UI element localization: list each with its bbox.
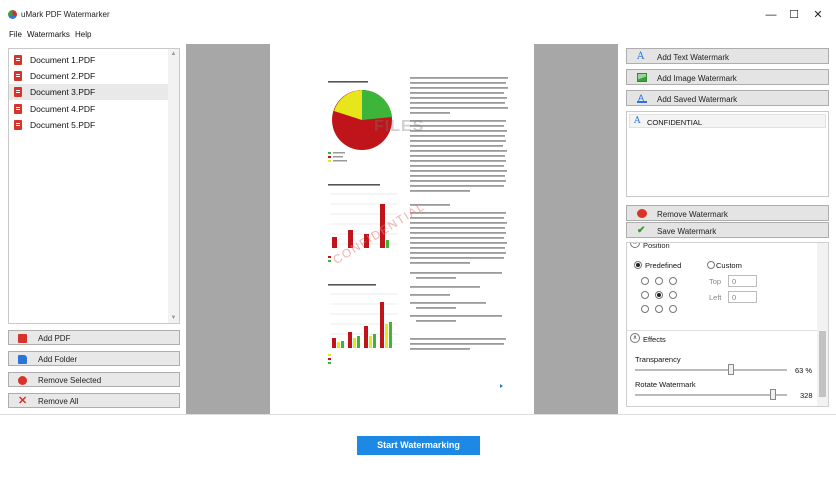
position-center-radio[interactable] <box>655 291 663 299</box>
image-icon <box>637 73 647 82</box>
settings-scrollbar[interactable] <box>817 243 828 406</box>
position-top-center-radio[interactable] <box>655 277 663 285</box>
pdf-file-icon <box>14 71 22 81</box>
minimize-button[interactable]: — <box>764 8 778 22</box>
remove-selected-label: Remove Selected <box>38 376 102 385</box>
add-text-label: Add Text Watermark <box>657 53 730 62</box>
start-watermarking-button[interactable]: Start Watermarking <box>357 436 480 455</box>
watermark-list[interactable]: A CONFIDENTIAL <box>626 111 829 197</box>
saved-watermark-icon: A <box>637 93 647 103</box>
title-bar: uMark PDF Watermarker — ☐ ✕ <box>0 0 836 28</box>
document-item[interactable]: Document 4.PDF <box>9 101 169 117</box>
menu-file[interactable]: File <box>9 30 22 39</box>
collapse-effects-icon[interactable]: ∧ <box>630 333 640 343</box>
add-image-watermark-button[interactable]: Add Image Watermark <box>626 69 829 85</box>
maximize-button[interactable]: ☐ <box>787 8 801 22</box>
pdf-file-icon <box>14 55 22 65</box>
rotate-label: Rotate Watermark <box>635 380 696 389</box>
document-label: Document 1.PDF <box>30 55 96 65</box>
transparency-value: 63 % <box>795 366 813 375</box>
menu-bar: File Watermarks Help <box>0 28 836 42</box>
position-middle-left-radio[interactable] <box>641 291 649 299</box>
pdf-file-icon <box>14 87 22 97</box>
custom-label: Custom <box>716 261 742 270</box>
add-saved-watermark-button[interactable]: A Add Saved Watermark <box>626 90 829 106</box>
top-offset-input[interactable]: 0 <box>728 275 757 287</box>
save-watermark-label: Save Watermark <box>657 227 717 236</box>
pdf-preview-area[interactable]: FILES CONFIDENTIAL <box>186 44 618 414</box>
transparency-slider-thumb[interactable] <box>727 364 734 375</box>
document-list[interactable]: Document 1.PDF Document 2.PDF Document 3… <box>8 48 180 324</box>
remove-all-label: Remove All <box>38 397 79 406</box>
text-a-icon: A <box>637 51 645 62</box>
transparency-label: Transparency <box>635 355 681 364</box>
remove-watermark-label: Remove Watermark <box>657 210 728 219</box>
custom-radio[interactable] <box>707 261 715 269</box>
watermark-settings-panel[interactable]: ∧ Position Predefined Custom Top 0 Left … <box>626 242 829 407</box>
scroll-down-icon[interactable]: ▼ <box>168 313 179 323</box>
pdf-page-preview: FILES CONFIDENTIAL <box>270 44 534 414</box>
pdf-file-icon <box>14 104 22 114</box>
document-item[interactable]: Document 5.PDF <box>9 117 169 133</box>
app-logo-icon <box>8 10 17 19</box>
collapse-position-icon[interactable]: ∧ <box>630 243 640 248</box>
folder-icon <box>18 355 27 364</box>
rotate-slider-track[interactable] <box>635 394 787 396</box>
x-mark-icon: ✕ <box>18 395 28 407</box>
rotate-value: 328 <box>800 391 813 400</box>
document-label: Document 4.PDF <box>30 104 96 114</box>
predefined-label: Predefined <box>645 261 682 270</box>
close-button[interactable]: ✕ <box>811 8 825 22</box>
position-bottom-left-radio[interactable] <box>641 305 649 313</box>
watermark-list-item[interactable]: A CONFIDENTIAL <box>629 114 826 128</box>
document-item[interactable]: Document 2.PDF <box>9 68 169 84</box>
document-label: Document 5.PDF <box>30 120 96 130</box>
add-text-watermark-button[interactable]: A Add Text Watermark <box>626 48 829 64</box>
document-label: Document 2.PDF <box>30 71 96 81</box>
remove-circle-icon <box>637 209 647 218</box>
top-label: Top <box>709 277 722 286</box>
position-top-right-radio[interactable] <box>669 277 677 285</box>
remove-watermark-button[interactable]: Remove Watermark <box>626 205 829 221</box>
add-pdf-button[interactable]: Add PDF <box>8 330 180 345</box>
remove-selected-button[interactable]: Remove Selected <box>8 372 180 387</box>
checkmark-icon: ✔ <box>637 225 646 236</box>
add-pdf-label: Add PDF <box>38 334 71 343</box>
effects-header: Effects <box>643 335 666 344</box>
files-overlay-text: FILES <box>374 118 425 135</box>
position-middle-right-radio[interactable] <box>669 291 677 299</box>
position-bottom-right-radio[interactable] <box>669 305 677 313</box>
position-top-left-radio[interactable] <box>641 277 649 285</box>
menu-help[interactable]: Help <box>75 30 91 39</box>
document-list-scrollbar[interactable]: ▲ ▼ <box>168 49 179 323</box>
remove-all-button[interactable]: ✕ Remove All <box>8 393 180 408</box>
pdf-add-icon <box>18 334 27 343</box>
add-folder-button[interactable]: Add Folder <box>8 351 180 366</box>
document-item-selected[interactable]: Document 3.PDF <box>9 84 169 100</box>
position-header: Position <box>643 242 670 250</box>
page-content-graphic <box>328 77 508 388</box>
left-offset-input[interactable]: 0 <box>728 291 757 303</box>
document-label: Document 3.PDF <box>30 87 96 97</box>
add-folder-label: Add Folder <box>38 355 78 364</box>
left-label: Left <box>709 293 722 302</box>
menu-watermarks[interactable]: Watermarks <box>27 30 70 39</box>
transparency-slider-track[interactable] <box>635 369 787 371</box>
pdf-file-icon <box>14 120 22 130</box>
scroll-up-icon[interactable]: ▲ <box>168 49 179 59</box>
predefined-radio[interactable] <box>634 261 642 269</box>
settings-scrollbar-thumb[interactable] <box>819 331 826 397</box>
rotate-slider-thumb[interactable] <box>770 389 777 400</box>
save-watermark-button[interactable]: ✔ Save Watermark <box>626 222 829 238</box>
remove-circle-icon <box>18 376 27 385</box>
document-item[interactable]: Document 1.PDF <box>9 52 169 68</box>
watermark-name: CONFIDENTIAL <box>647 118 703 127</box>
add-image-label: Add Image Watermark <box>657 74 737 83</box>
add-saved-label: Add Saved Watermark <box>657 95 738 104</box>
window-title: uMark PDF Watermarker <box>21 10 110 19</box>
text-watermark-icon: A <box>634 116 641 126</box>
position-bottom-center-radio[interactable] <box>655 305 663 313</box>
